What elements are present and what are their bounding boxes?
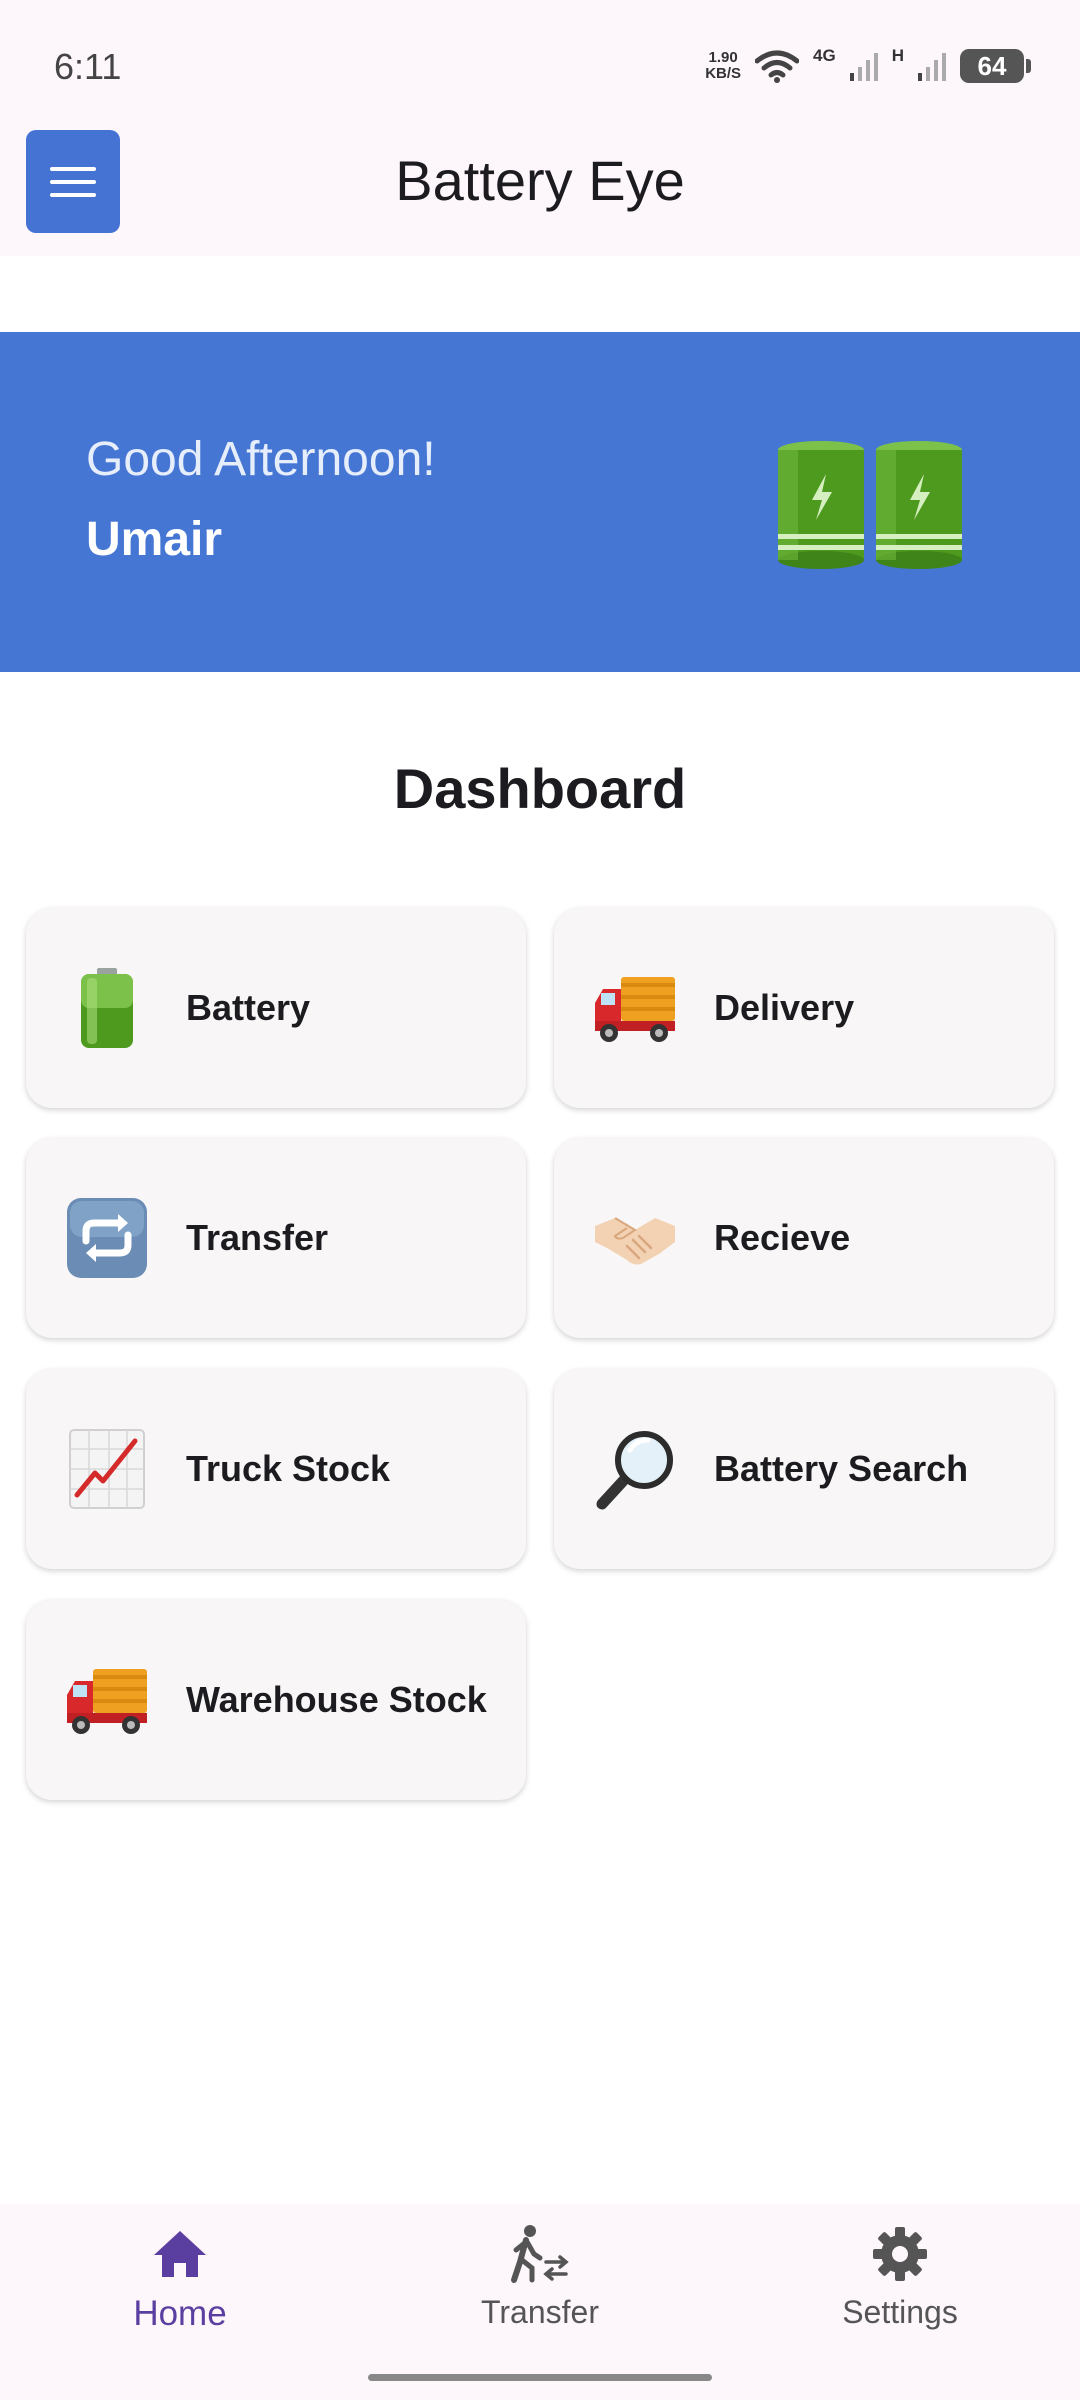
greeting-banner: Good Afternoon! Umair bbox=[0, 332, 1080, 672]
magnifying-glass-icon bbox=[590, 1424, 680, 1514]
card-label: Delivery bbox=[714, 987, 855, 1028]
card-truck-stock[interactable]: Truck Stock bbox=[26, 1369, 526, 1569]
home-indicator[interactable] bbox=[368, 2374, 712, 2381]
wifi-icon bbox=[755, 50, 800, 83]
card-label: Recieve bbox=[714, 1217, 851, 1258]
nav-settings[interactable]: Settings bbox=[750, 2224, 1050, 2354]
signal-bars-icon bbox=[849, 53, 878, 81]
battery-icon bbox=[62, 963, 152, 1053]
bottom-navigation: Home Transfer Settings bbox=[0, 2204, 1080, 2400]
chart-increasing-icon bbox=[62, 1424, 152, 1514]
network-speed-value: 1.90 bbox=[708, 49, 738, 66]
card-battery-search[interactable]: Battery Search bbox=[554, 1369, 1054, 1569]
transfer-walk-icon bbox=[510, 2224, 570, 2284]
nav-label: Home bbox=[133, 2294, 227, 2333]
status-time: 6:11 bbox=[54, 46, 122, 87]
network-speed-unit: KB/S bbox=[705, 65, 742, 82]
card-label: Truck Stock bbox=[186, 1448, 391, 1489]
card-battery[interactable]: Battery bbox=[26, 908, 526, 1108]
card-label: Battery bbox=[186, 987, 311, 1028]
network-type-4g: 4G bbox=[813, 46, 836, 65]
app-title: Battery Eye bbox=[395, 149, 685, 212]
status-bar: 6:11 1.90 KB/S 4G H 64 bbox=[0, 0, 1080, 130]
card-delivery[interactable]: Delivery bbox=[554, 908, 1054, 1108]
network-type-h: H bbox=[891, 46, 904, 65]
card-warehouse-stock[interactable]: Warehouse Stock bbox=[26, 1600, 526, 1800]
status-icons: 1.90 KB/S 4G H 64 bbox=[705, 44, 1031, 88]
dashboard-title: Dashboard bbox=[393, 757, 687, 820]
signal-bars-icon bbox=[918, 53, 946, 81]
greeting-text: Good Afternoon! bbox=[86, 433, 436, 486]
nav-label: Transfer bbox=[481, 2294, 599, 2330]
batteries-icon bbox=[776, 438, 964, 572]
nav-transfer[interactable]: Transfer bbox=[390, 2224, 690, 2354]
network-speed: 1.90 KB/S bbox=[705, 50, 741, 82]
home-icon bbox=[150, 2224, 210, 2284]
card-label: Battery Search bbox=[714, 1448, 969, 1489]
battery-cell-icon bbox=[876, 441, 962, 569]
gear-icon bbox=[870, 2224, 930, 2284]
card-transfer[interactable]: Transfer bbox=[26, 1138, 526, 1338]
card-label: Transfer bbox=[186, 1217, 329, 1258]
card-label: Warehouse Stock bbox=[186, 1679, 487, 1720]
battery-cell-icon bbox=[778, 441, 864, 569]
nav-label: Settings bbox=[842, 2294, 958, 2330]
handshake-icon bbox=[590, 1193, 680, 1283]
delivery-truck-icon bbox=[62, 1655, 152, 1745]
repeat-arrows-icon bbox=[62, 1193, 152, 1283]
nav-home[interactable]: Home bbox=[30, 2224, 330, 2354]
user-name: Umair bbox=[86, 513, 223, 566]
battery-indicator: 64 bbox=[960, 49, 1031, 83]
app-bar: Battery Eye bbox=[0, 130, 1080, 256]
delivery-truck-icon bbox=[590, 963, 680, 1053]
card-recieve[interactable]: Recieve bbox=[554, 1138, 1054, 1338]
